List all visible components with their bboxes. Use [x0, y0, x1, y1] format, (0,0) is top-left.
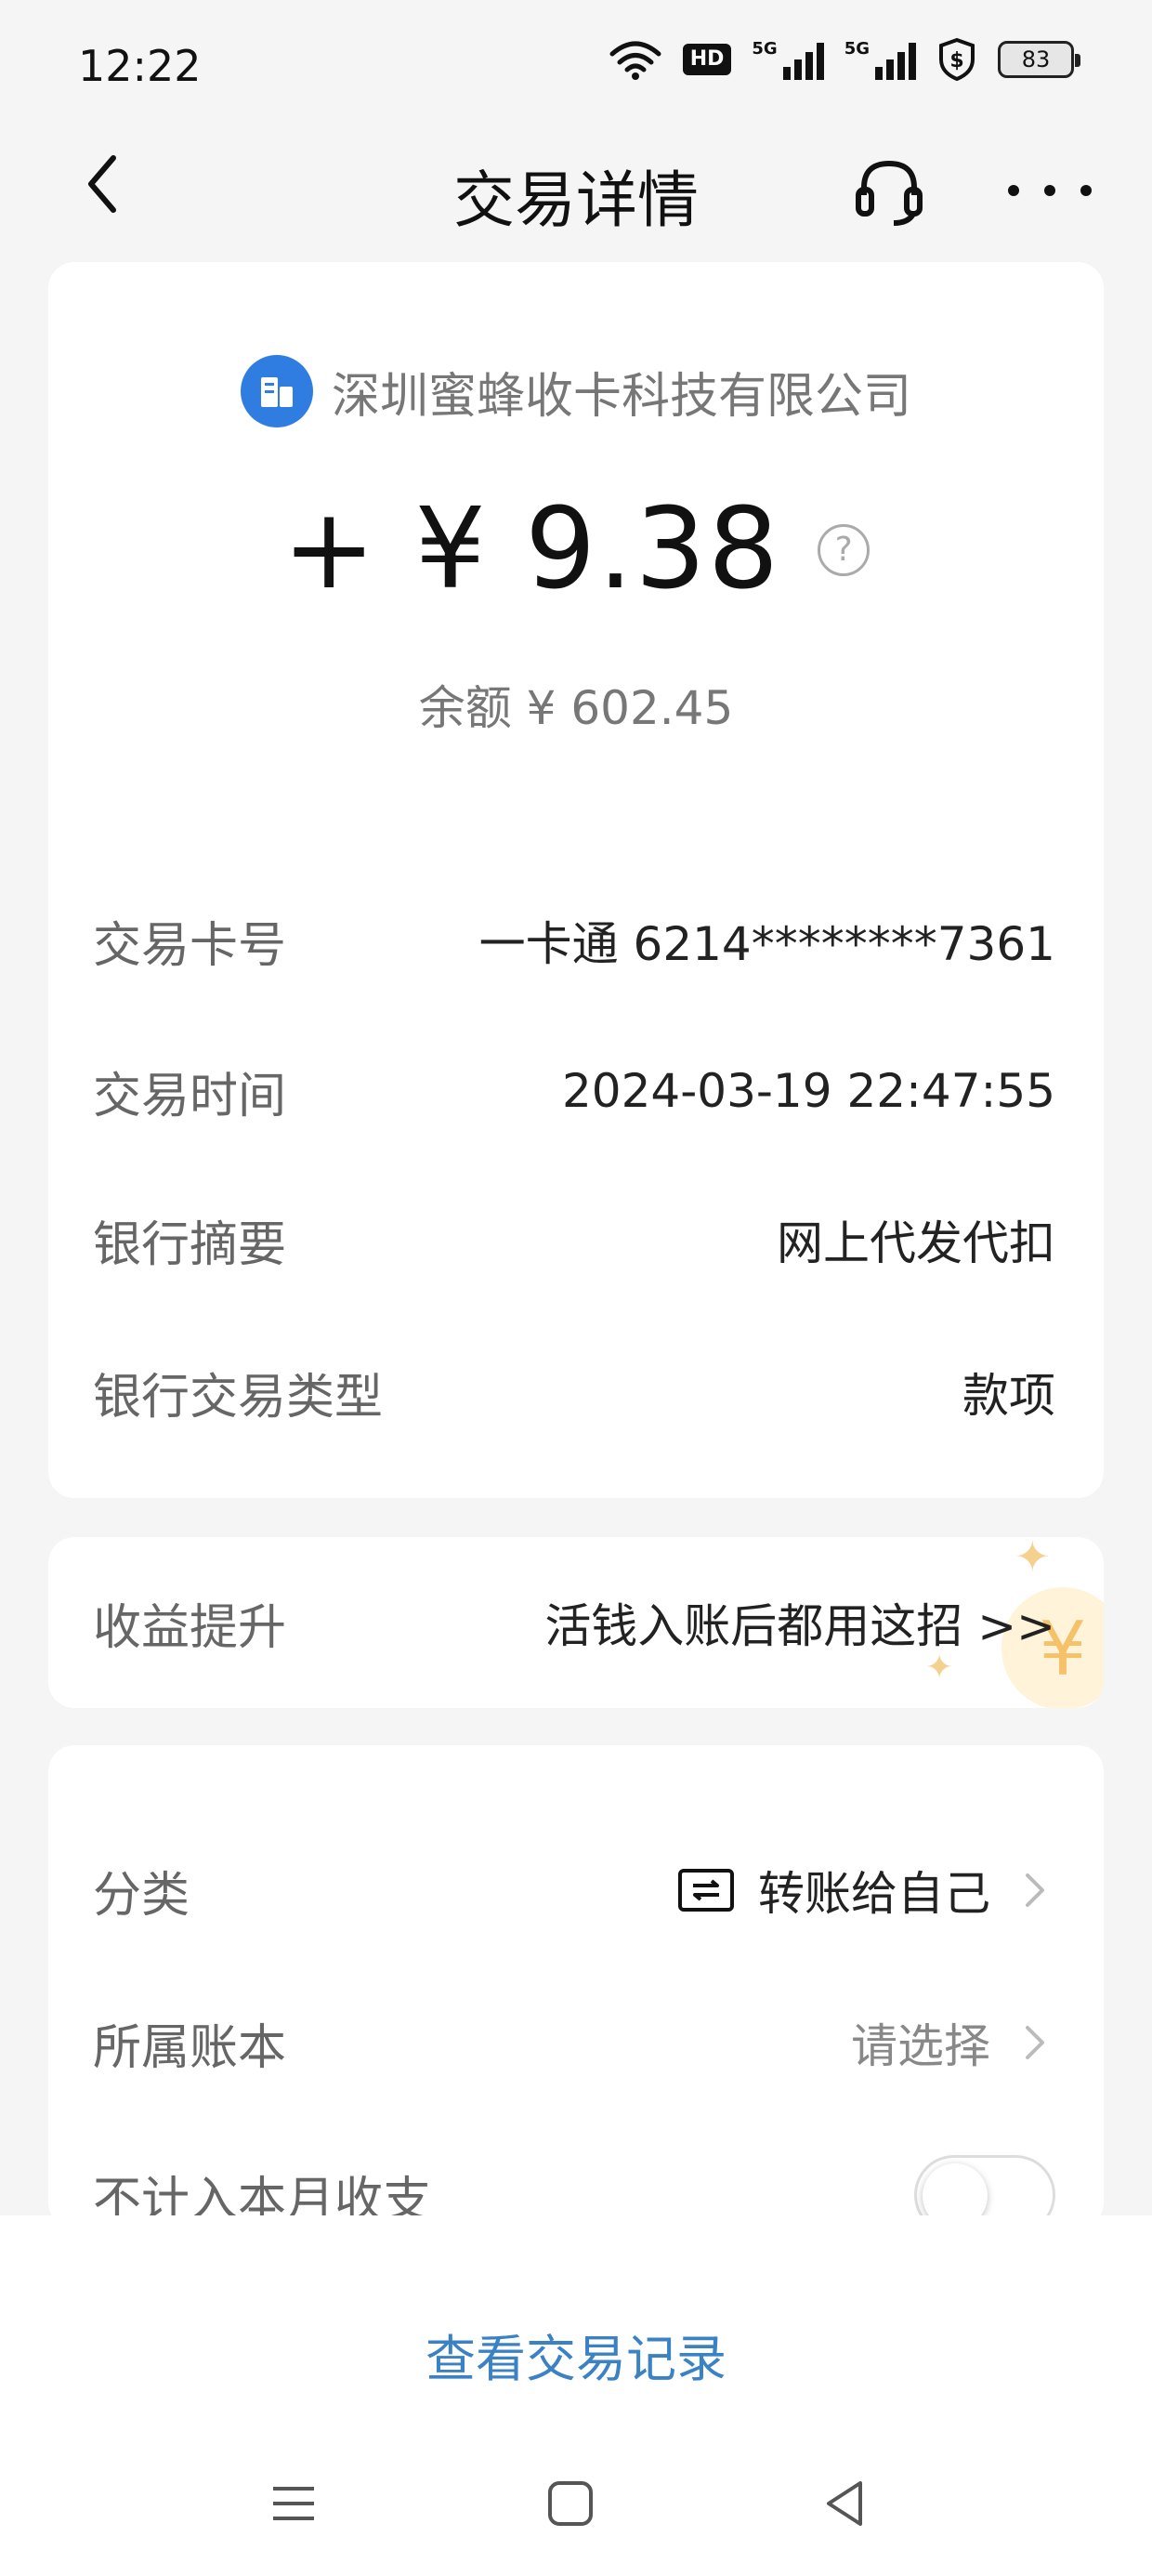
- more-dot-icon: [1044, 185, 1055, 196]
- more-button[interactable]: [1008, 149, 1092, 232]
- bottom-bar: 查看交易记录: [0, 2215, 1152, 2576]
- boost-row[interactable]: 收益提升 活钱入账后都用这招 >>: [93, 1585, 1055, 1660]
- ledger-label: 所属账本: [93, 2019, 287, 2076]
- detail-label: 交易时间: [93, 1068, 287, 1124]
- transaction-card: 深圳蜜蜂收卡科技有限公司 + ¥ 9.38 ? 余额 ¥ 602.45 交易卡号…: [48, 262, 1104, 1498]
- sparkle-icon: ✦: [1015, 1537, 1051, 1582]
- home-button[interactable]: [533, 2466, 608, 2541]
- building-icon: [240, 355, 313, 427]
- category-value: 转账给自己: [758, 1867, 990, 1921]
- ledger-row[interactable]: 所属账本 请选择: [93, 2005, 1055, 2080]
- network-type-label: 5G: [752, 39, 778, 59]
- home-square-icon: [548, 2481, 593, 2526]
- detail-value: 2024-03-19 22:47:55: [561, 1064, 1055, 1118]
- help-icon[interactable]: ?: [818, 523, 871, 576]
- boost-card[interactable]: ✦ ✦ ¥ 收益提升 活钱入账后都用这招 >>: [48, 1537, 1104, 1708]
- view-transactions-link[interactable]: 查看交易记录: [0, 2318, 1152, 2391]
- category-value-group[interactable]: 转账给自己: [678, 1857, 1055, 1924]
- transfer-icon: [678, 1869, 734, 1912]
- customer-service-button[interactable]: [847, 149, 931, 232]
- battery-icon: 83: [998, 41, 1080, 78]
- detail-label: 交易卡号: [93, 917, 287, 974]
- detail-row-type: 银行交易类型 款项: [93, 1355, 1055, 1429]
- detail-value: 款项: [962, 1369, 1055, 1423]
- ledger-value-group[interactable]: 请选择: [851, 2009, 1055, 2076]
- detail-value: 一卡通 6214********7361: [478, 917, 1055, 971]
- ledger-placeholder: 请选择: [851, 2019, 990, 2073]
- status-icons: HD 5G 5G $ 83: [609, 37, 1080, 82]
- merchant-name: 深圳蜜蜂收卡科技有限公司: [331, 368, 911, 425]
- signal-icon-2: 5G: [844, 39, 916, 80]
- boost-label: 收益提升: [93, 1599, 287, 1656]
- menu-button[interactable]: [256, 2466, 331, 2541]
- headset-icon: [856, 160, 923, 226]
- system-nav-bar: [0, 2466, 1152, 2559]
- signal-icon-1: 5G: [752, 39, 824, 80]
- nav-bar: 交易详情: [0, 130, 1152, 242]
- more-dot-icon: [1080, 185, 1092, 196]
- hd-voice-icon: HD: [682, 44, 732, 75]
- settings-card: 分类 转账给自己 所属账本 请选择 不计入本月收支: [48, 1745, 1104, 2235]
- page-title: 交易详情: [453, 164, 699, 236]
- more-dot-icon: [1008, 185, 1019, 196]
- network-type-label: 5G: [844, 39, 870, 59]
- detail-label: 银行摘要: [93, 1216, 287, 1273]
- detail-row-time: 交易时间 2024-03-19 22:47:55: [93, 1054, 1055, 1128]
- chevron-right-icon: [1026, 1873, 1044, 1907]
- status-time: 12:22: [78, 41, 202, 91]
- menu-icon: [273, 2487, 314, 2520]
- category-row[interactable]: 分类 转账给自己: [93, 1853, 1055, 1927]
- account-balance: 余额 ¥ 602.45: [418, 681, 734, 735]
- status-bar: 12:22 HD 5G 5G $ 83: [0, 0, 1152, 130]
- detail-value: 网上代发代扣: [777, 1216, 1055, 1270]
- detail-row-card-number: 交易卡号 一卡通 6214********7361: [93, 903, 1055, 978]
- detail-label: 银行交易类型: [93, 1369, 384, 1426]
- system-back-button[interactable]: [808, 2466, 883, 2541]
- svg-text:$: $: [949, 49, 963, 72]
- detail-row-summary: 银行摘要 网上代发代扣: [93, 1203, 1055, 1277]
- transaction-amount: + ¥ 9.38: [281, 485, 781, 614]
- chevron-right-icon: [1026, 2026, 1044, 2059]
- category-label: 分类: [93, 1867, 190, 1924]
- shield-dollar-icon: $: [936, 37, 977, 82]
- wifi-icon: [609, 39, 662, 80]
- boost-link[interactable]: 活钱入账后都用这招 >>: [544, 1589, 1055, 1656]
- amount-row: + ¥ 9.38 ?: [48, 485, 1104, 614]
- merchant-row: 深圳蜜蜂收卡科技有限公司: [48, 355, 1104, 427]
- back-triangle-icon: [827, 2481, 862, 2526]
